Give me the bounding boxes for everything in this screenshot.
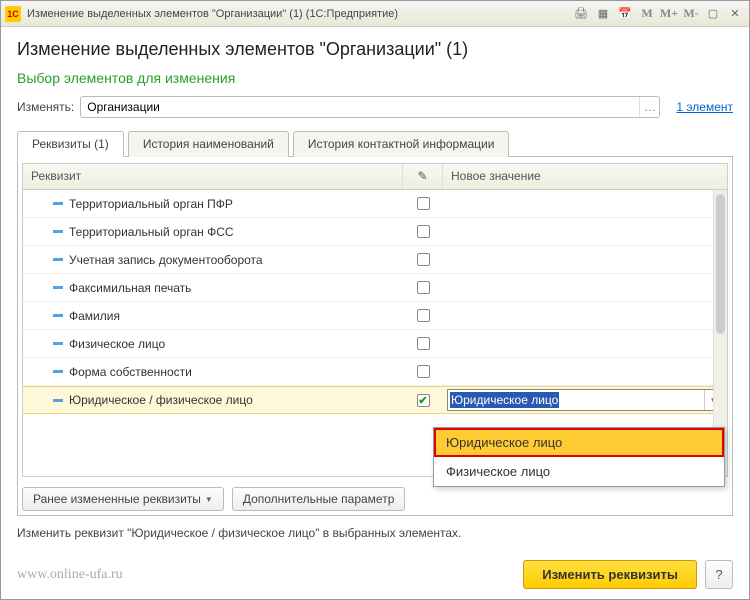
change-input-wrap[interactable]: … bbox=[80, 96, 660, 118]
table-row-selected[interactable]: Юридическое / физическое лицо Юридическо… bbox=[23, 386, 727, 414]
change-more-button[interactable]: … bbox=[639, 97, 659, 117]
row-label: Территориальный орган ПФР bbox=[69, 197, 233, 211]
button-label: Ранее измененные реквизиты bbox=[33, 492, 201, 506]
calendar-icon[interactable]: 📅 bbox=[615, 6, 635, 22]
column-newvalue[interactable]: Новое значение bbox=[443, 164, 727, 189]
column-edit-icon[interactable]: ✎ bbox=[403, 164, 443, 189]
row-checkbox[interactable] bbox=[417, 337, 430, 350]
status-text: Изменить реквизит "Юридическое / физичес… bbox=[17, 526, 733, 540]
row-label: Факсимильная печать bbox=[69, 281, 191, 295]
value-dropdown-input[interactable]: Юридическое лицо ▼ bbox=[447, 389, 723, 411]
memory-m-button[interactable]: M bbox=[637, 6, 657, 22]
row-checkbox[interactable] bbox=[417, 394, 430, 407]
memory-mminus-button[interactable]: M- bbox=[681, 6, 701, 22]
row-label: Учетная запись документооборота bbox=[69, 253, 263, 267]
button-label: Дополнительные параметр bbox=[243, 492, 395, 506]
row-marker-icon bbox=[53, 258, 63, 261]
window-title: Изменение выделенных элементов "Организа… bbox=[27, 8, 569, 20]
previously-changed-button[interactable]: Ранее измененные реквизиты ▼ bbox=[22, 487, 224, 511]
tabs: Реквизиты (1) История наименований Истор… bbox=[17, 130, 733, 157]
table-row[interactable]: Территориальный орган ФСС bbox=[23, 218, 727, 246]
grid-header: Реквизит ✎ Новое значение bbox=[23, 164, 727, 190]
change-label: Изменять: bbox=[17, 100, 74, 114]
row-checkbox[interactable] bbox=[417, 253, 430, 266]
selected-value: Юридическое лицо bbox=[450, 392, 559, 408]
row-label: Юридическое / физическое лицо bbox=[69, 393, 253, 407]
table-row[interactable]: Учетная запись документооборота bbox=[23, 246, 727, 274]
element-count-link[interactable]: 1 элемент bbox=[676, 100, 733, 114]
value-dropdown-list: Юридическое лицо Физическое лицо bbox=[433, 427, 725, 487]
table-row[interactable]: Территориальный орган ПФР bbox=[23, 190, 727, 218]
tab-requisites[interactable]: Реквизиты (1) bbox=[17, 131, 124, 157]
column-requisite[interactable]: Реквизит bbox=[23, 164, 403, 189]
minimize-icon[interactable]: ▢ bbox=[703, 6, 723, 22]
row-marker-icon bbox=[53, 342, 63, 345]
content-area: Изменение выделенных элементов "Организа… bbox=[1, 27, 749, 550]
additional-params-button[interactable]: Дополнительные параметр bbox=[232, 487, 406, 511]
section-subtitle: Выбор элементов для изменения bbox=[17, 70, 733, 86]
dropdown-option[interactable]: Юридическое лицо bbox=[434, 428, 724, 457]
close-icon[interactable]: ✕ bbox=[725, 6, 745, 22]
row-label: Форма собственности bbox=[69, 365, 192, 379]
table-row[interactable]: Форма собственности bbox=[23, 358, 727, 386]
help-button[interactable]: ? bbox=[705, 560, 733, 589]
row-label: Физическое лицо bbox=[69, 337, 165, 351]
apply-button[interactable]: Изменить реквизиты bbox=[523, 560, 697, 589]
tab-name-history[interactable]: История наименований bbox=[128, 131, 289, 157]
dropdown-option[interactable]: Физическое лицо bbox=[434, 457, 724, 486]
change-row: Изменять: … 1 элемент bbox=[17, 96, 733, 118]
row-marker-icon bbox=[53, 370, 63, 373]
calc-icon[interactable]: ▦ bbox=[593, 6, 613, 22]
page-title: Изменение выделенных элементов "Организа… bbox=[17, 39, 733, 60]
row-label: Фамилия bbox=[69, 309, 120, 323]
titlebar: 1C Изменение выделенных элементов "Орган… bbox=[1, 1, 749, 27]
watermark: www.online-ufa.ru bbox=[17, 567, 123, 583]
row-checkbox[interactable] bbox=[417, 197, 430, 210]
row-checkbox[interactable] bbox=[417, 225, 430, 238]
tab-contact-history[interactable]: История контактной информации bbox=[293, 131, 510, 157]
row-marker-icon bbox=[53, 286, 63, 289]
row-marker-icon bbox=[53, 314, 63, 317]
row-marker-icon bbox=[53, 230, 63, 233]
table-row[interactable]: Физическое лицо bbox=[23, 330, 727, 358]
row-checkbox[interactable] bbox=[417, 309, 430, 322]
app-window: 1C Изменение выделенных элементов "Орган… bbox=[0, 0, 750, 600]
memory-mplus-button[interactable]: M+ bbox=[659, 6, 679, 22]
app-icon: 1C bbox=[5, 6, 21, 22]
row-checkbox[interactable] bbox=[417, 365, 430, 378]
print-icon[interactable]: 🖨 bbox=[571, 6, 591, 22]
grid-footer-buttons: Ранее измененные реквизиты ▼ Дополнитель… bbox=[22, 487, 728, 511]
row-checkbox[interactable] bbox=[417, 281, 430, 294]
table-row[interactable]: Факсимильная печать bbox=[23, 274, 727, 302]
scrollbar-thumb[interactable] bbox=[716, 194, 725, 334]
chevron-down-icon: ▼ bbox=[205, 495, 213, 504]
footer: www.online-ufa.ru Изменить реквизиты ? bbox=[1, 550, 749, 599]
table-row[interactable]: Фамилия bbox=[23, 302, 727, 330]
change-input[interactable] bbox=[81, 100, 639, 114]
row-marker-icon bbox=[53, 202, 63, 205]
row-label: Территориальный орган ФСС bbox=[69, 225, 234, 239]
row-marker-icon bbox=[53, 399, 63, 402]
